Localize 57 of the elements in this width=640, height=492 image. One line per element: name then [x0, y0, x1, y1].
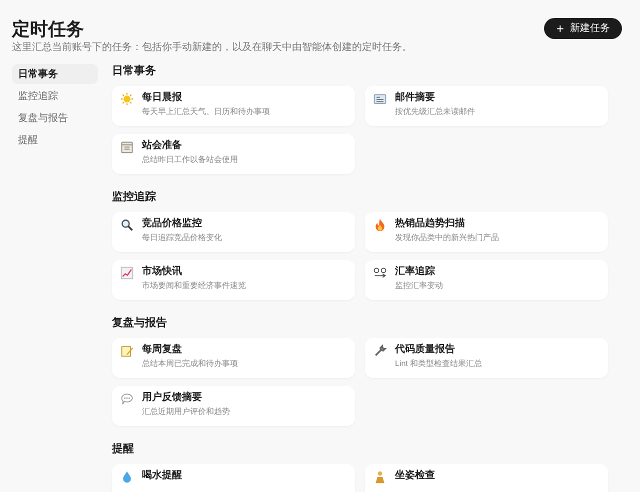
task-description: 每天早上汇总天气、日历和待办事项 — [142, 107, 270, 117]
task-card[interactable]: 邮件摘要 按优先级汇总未读邮件 — [365, 86, 608, 126]
water-drop-icon — [120, 470, 134, 484]
task-title: 市场快讯 — [142, 266, 183, 278]
task-title: 喝水提醒 — [142, 470, 182, 482]
task-card[interactable]: 坐姿检查 — [365, 464, 608, 492]
task-description: 汇总近期用户评价和趋势 — [142, 407, 230, 417]
sun-icon — [120, 92, 134, 106]
section-title: 复盘与报告 — [112, 316, 168, 330]
wrench-icon — [373, 344, 387, 358]
task-card[interactable]: 喝水提醒 — [112, 464, 355, 492]
task-title: 代码质量报告 — [395, 344, 456, 356]
section-title: 监控追踪 — [112, 190, 157, 204]
page-subtitle: 这里汇总当前账号下的任务：包括你手动新建的，以及在聊天中由智能体创建的定时任务。 — [12, 42, 412, 54]
task-card[interactable]: 代码质量报告 Lint 和类型检查结果汇总 — [365, 338, 608, 378]
task-description: 发现你品类中的新兴热门产品 — [395, 233, 499, 243]
new-task-button[interactable]: + 新建任务 — [544, 18, 622, 39]
section-title: 日常事务 — [112, 64, 157, 78]
task-title: 坐姿检查 — [395, 470, 435, 482]
task-description: 按优先级汇总未读邮件 — [395, 107, 475, 117]
task-title: 每周复盘 — [142, 344, 183, 356]
task-title: 邮件摘要 — [395, 92, 436, 104]
task-title: 热销品趋势扫描 — [395, 218, 466, 230]
task-title: 汇率追踪 — [395, 266, 436, 278]
task-description: 监控汇率变动 — [395, 281, 443, 291]
task-card[interactable]: 站会准备 总结昨日工作以备站会使用 — [112, 134, 355, 174]
sidebar-item[interactable]: 提醒 — [12, 130, 98, 150]
section-title: 提醒 — [112, 442, 135, 456]
task-card[interactable]: 每日晨报 每天早上汇总天气、日历和待办事项 — [112, 86, 355, 126]
task-card[interactable]: 市场快讯 市场要闻和重要经济事件速览 — [112, 260, 355, 300]
sidebar-item[interactable]: 监控追踪 — [12, 86, 98, 106]
flame-icon — [373, 218, 387, 232]
calendar-icon — [120, 140, 134, 154]
sidebar-item[interactable]: 复盘与报告 — [12, 108, 98, 128]
task-title: 站会准备 — [142, 140, 183, 152]
sidebar-item[interactable]: 日常事务 — [12, 64, 98, 84]
currency-icon — [373, 266, 387, 280]
newspaper-icon — [373, 92, 387, 106]
task-description: 市场要闻和重要经济事件速览 — [142, 281, 246, 291]
page-title: 定时任务 — [12, 18, 85, 40]
magnifier-icon — [120, 218, 134, 232]
person-icon — [373, 470, 387, 484]
task-title: 竞品价格监控 — [142, 218, 203, 230]
task-description: 总结本周已完成和待办事项 — [142, 359, 238, 369]
task-title: 每日晨报 — [142, 92, 183, 104]
memo-icon — [120, 344, 134, 358]
task-title: 用户反馈摘要 — [142, 392, 203, 404]
task-description: 每日追踪竞品价格变化 — [142, 233, 222, 243]
task-description: 总结昨日工作以备站会使用 — [142, 155, 238, 165]
task-card[interactable]: 汇率追踪 监控汇率变动 — [365, 260, 608, 300]
task-card[interactable]: 每周复盘 总结本周已完成和待办事项 — [112, 338, 355, 378]
task-card[interactable]: 热销品趋势扫描 发现你品类中的新兴热门产品 — [365, 212, 608, 252]
task-description: Lint 和类型检查结果汇总 — [395, 359, 482, 369]
speech-bubble-icon — [120, 392, 134, 406]
task-card[interactable]: 用户反馈摘要 汇总近期用户评价和趋势 — [112, 386, 355, 426]
task-card[interactable]: 竞品价格监控 每日追踪竞品价格变化 — [112, 212, 355, 252]
chart-icon — [120, 266, 134, 280]
